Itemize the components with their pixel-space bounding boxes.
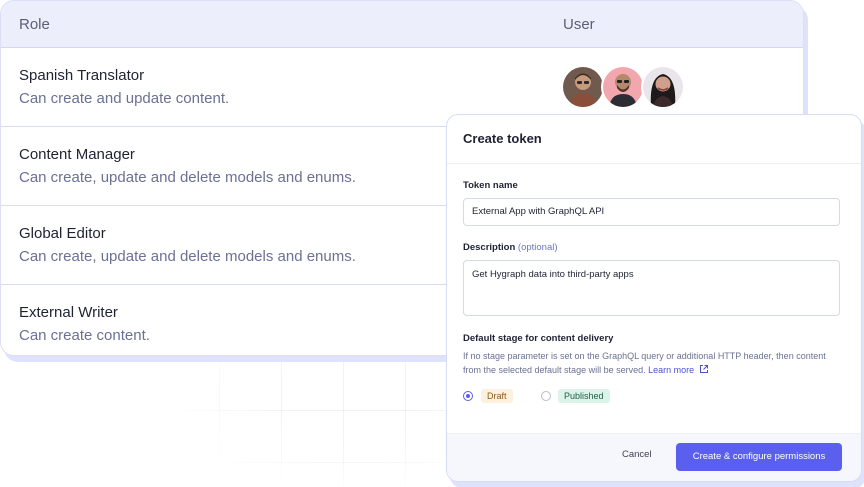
published-radio[interactable]: [541, 391, 551, 401]
external-link-icon: [699, 365, 708, 373]
learn-more-link[interactable]: Learn more: [648, 365, 709, 375]
dialog-footer: Cancel Create & configure permissions: [447, 433, 861, 481]
draft-radio[interactable]: [463, 391, 473, 401]
create-configure-permissions-button[interactable]: Create & configure permissions: [676, 443, 842, 471]
optional-tag: (optional): [517, 242, 558, 253]
description-textarea[interactable]: Get Hygraph data into third-party apps: [463, 260, 840, 316]
role-description: Can create and update content.: [19, 90, 230, 107]
description-value: Get Hygraph data into third-party apps: [472, 269, 634, 280]
create-token-dialog: Create token Token name External App wit…: [446, 114, 862, 482]
token-name-value: External App with GraphQL API: [472, 206, 605, 217]
column-header-role: Role: [19, 16, 50, 33]
role-description: Can create, update and delete models and…: [19, 169, 356, 186]
role-description: Can create, update and delete models and…: [19, 248, 356, 265]
published-badge: Published: [558, 389, 610, 403]
table-header: Role User: [1, 1, 803, 48]
learn-more-label: Learn more: [648, 365, 695, 375]
dialog-header: Create token: [447, 115, 861, 164]
stage-hint: If no stage parameter is set on the Grap…: [463, 349, 843, 377]
role-name: Spanish Translator: [19, 67, 145, 84]
avatar[interactable]: [641, 65, 685, 109]
avatar[interactable]: [561, 65, 605, 109]
role-name: External Writer: [19, 304, 118, 321]
role-name: Global Editor: [19, 225, 106, 242]
token-name-input[interactable]: External App with GraphQL API: [463, 198, 840, 226]
column-header-user: User: [563, 16, 595, 33]
role-description: Can create content.: [19, 327, 150, 344]
draft-badge: Draft: [481, 389, 513, 403]
description-label: Description (optional): [463, 242, 558, 253]
description-label-text: Description: [463, 242, 516, 253]
avatar[interactable]: [601, 65, 645, 109]
token-name-label: Token name: [463, 180, 518, 191]
role-name: Content Manager: [19, 146, 135, 163]
stage-hint-text: If no stage parameter is set on the Grap…: [463, 351, 826, 375]
dialog-title: Create token: [463, 131, 542, 146]
background-grid: [185, 358, 460, 487]
stage-label: Default stage for content delivery: [463, 333, 614, 344]
cancel-button[interactable]: Cancel: [622, 449, 652, 460]
